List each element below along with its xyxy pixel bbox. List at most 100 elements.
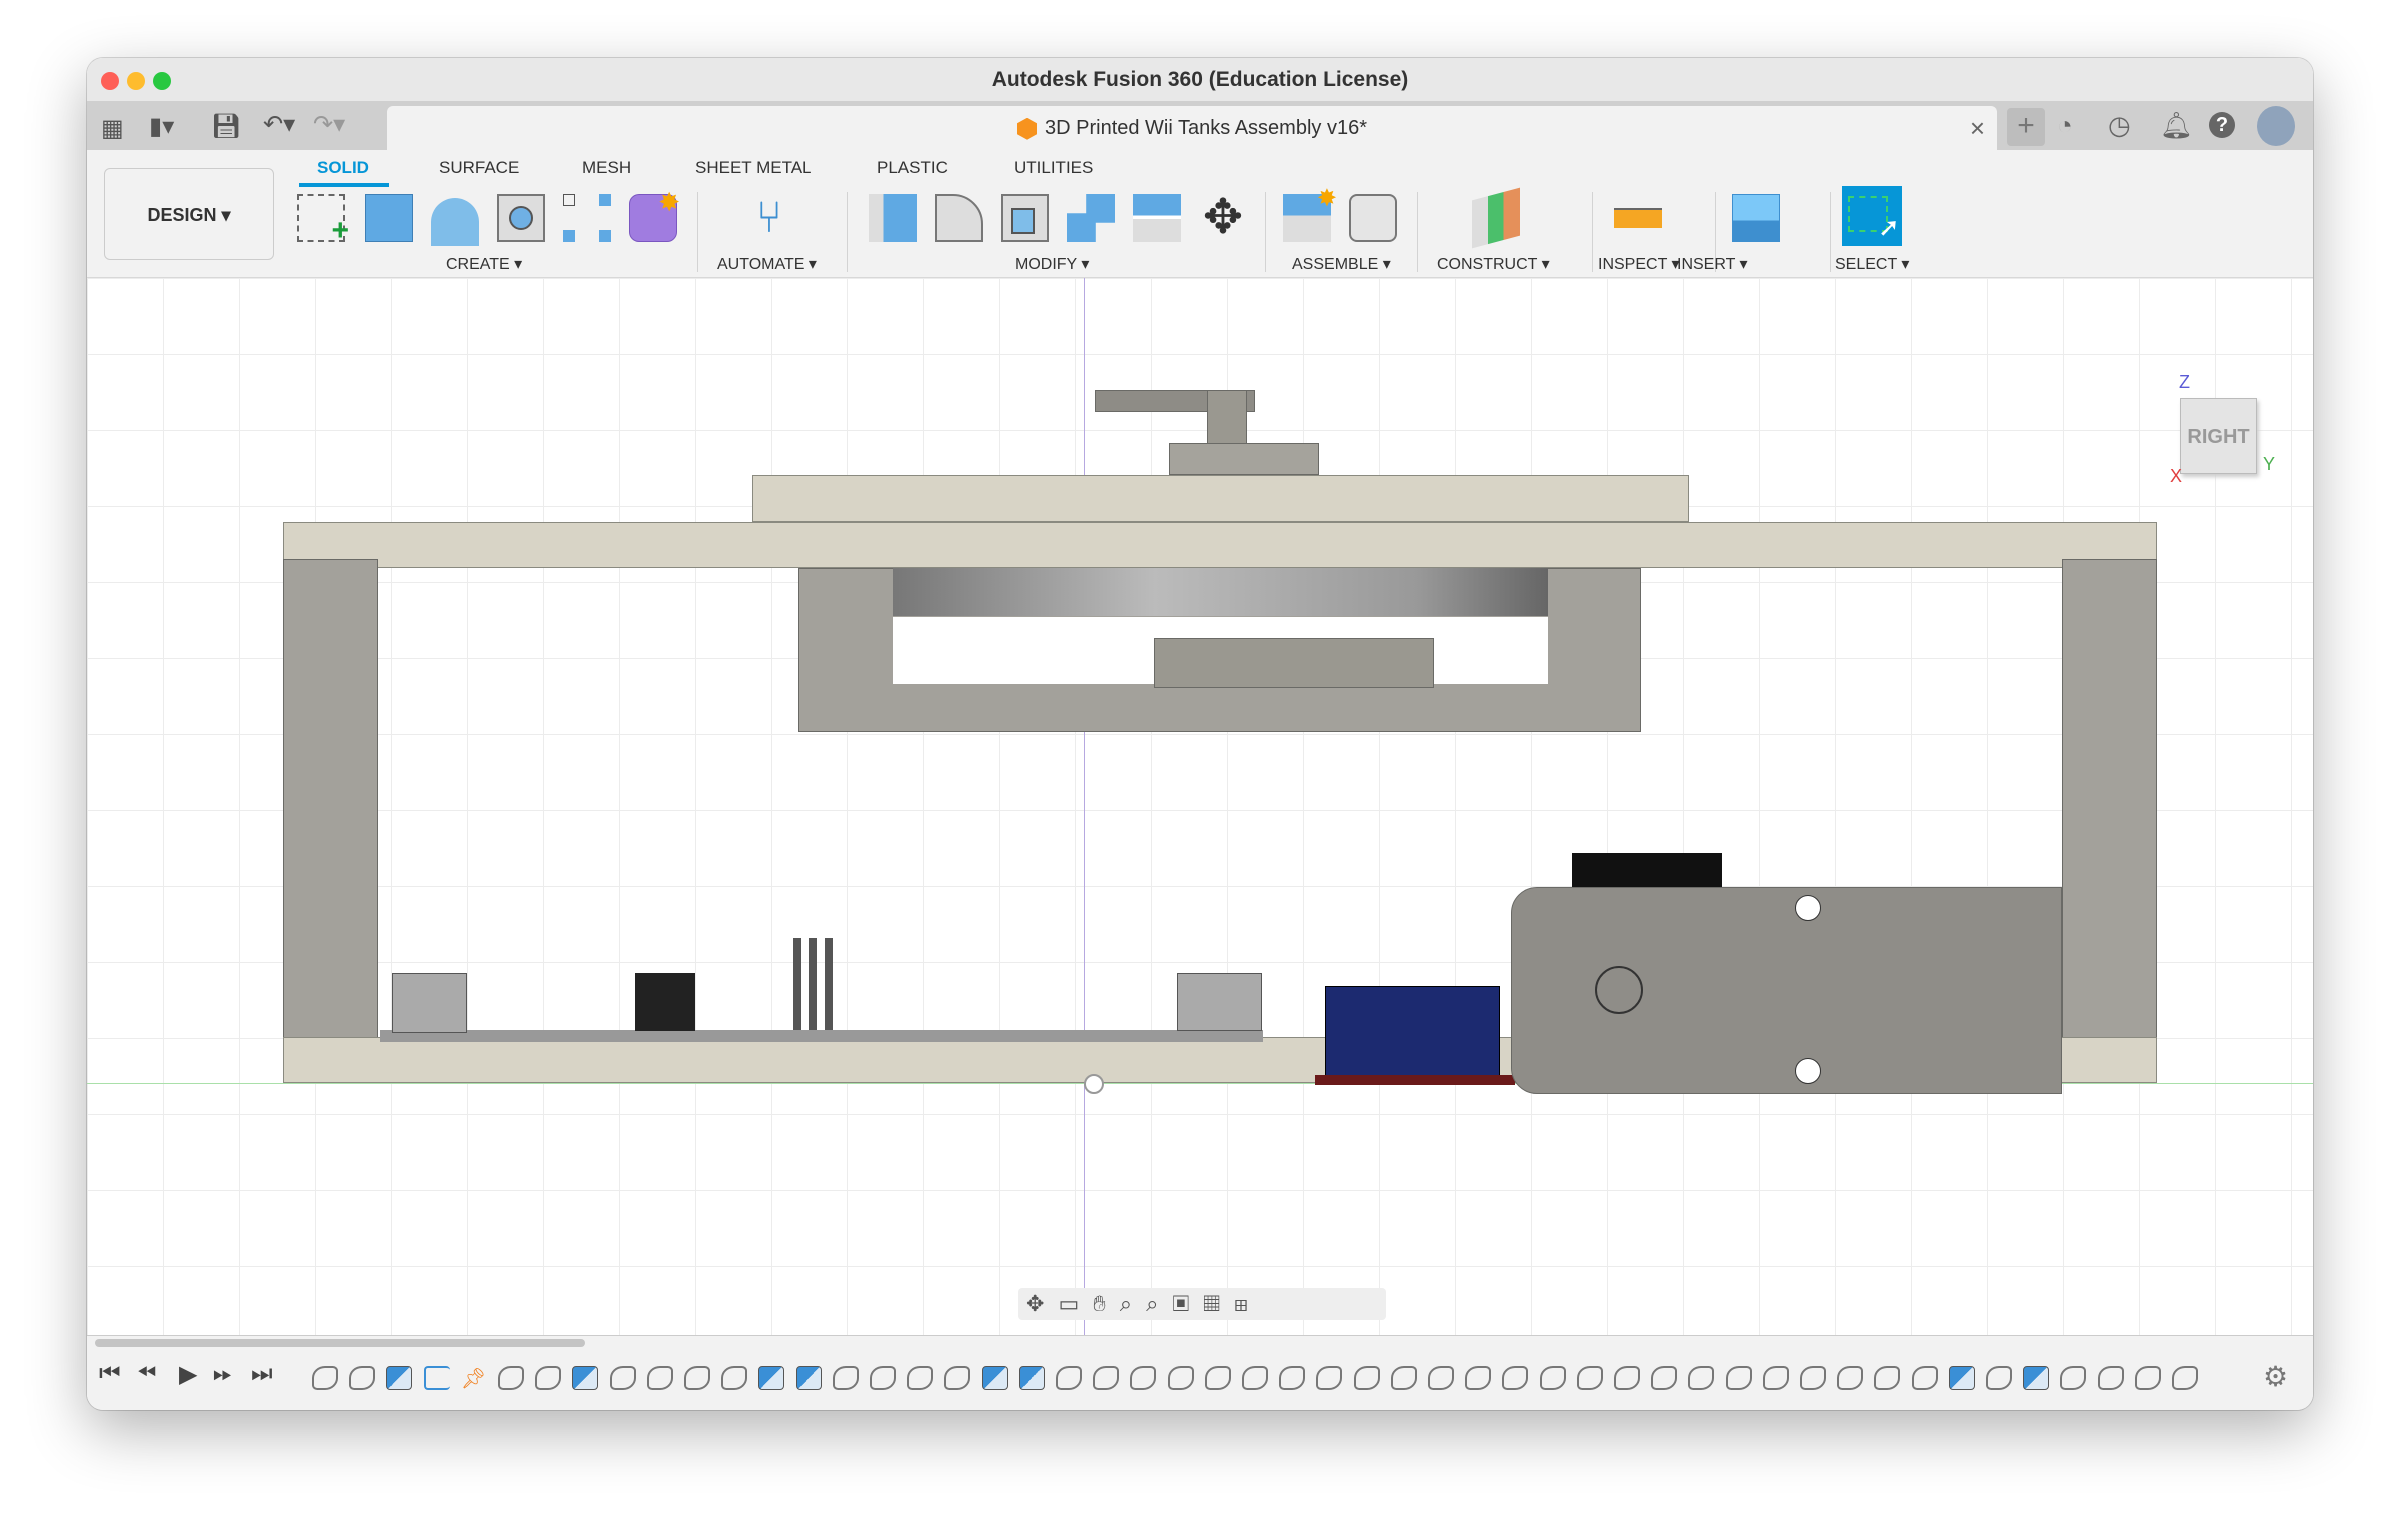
battery-pack[interactable] <box>1325 986 1500 1083</box>
joint-feature-icon[interactable] <box>1353 1366 1380 1390</box>
joint-feature-icon[interactable] <box>349 1366 376 1390</box>
right-post[interactable] <box>2062 559 2157 1046</box>
pin-feature-icon[interactable]: 📌︎ <box>461 1366 487 1390</box>
drive-motor[interactable] <box>1511 887 2062 1094</box>
joint-feature-icon[interactable] <box>535 1366 562 1390</box>
timeline-settings-gear-icon[interactable]: ⚙ <box>2263 1360 2288 1393</box>
electronics-board[interactable] <box>380 1030 1263 1042</box>
joint-feature-icon[interactable] <box>2060 1366 2087 1390</box>
joint-feature-icon[interactable] <box>1688 1366 1715 1390</box>
split-body-icon[interactable] <box>1133 194 1181 242</box>
tab-surface[interactable]: SURFACE <box>439 158 519 178</box>
fillet-icon[interactable] <box>935 194 983 242</box>
sketch-feature-icon[interactable] <box>1018 1366 1045 1390</box>
joint-feature-icon[interactable] <box>1428 1366 1454 1390</box>
joint-feature-icon[interactable] <box>1800 1366 1826 1390</box>
sketch-feature-icon[interactable] <box>758 1366 785 1390</box>
joint-feature-icon[interactable] <box>907 1366 934 1390</box>
close-tab-button[interactable]: × <box>1970 106 1985 150</box>
tab-plastic[interactable]: PLASTIC <box>877 158 948 178</box>
new-tab-button[interactable]: + <box>2007 108 2045 146</box>
close-window-button[interactable] <box>101 72 119 90</box>
joint-feature-icon[interactable] <box>1651 1366 1678 1390</box>
joint-feature-icon[interactable] <box>870 1366 896 1390</box>
joint-feature-icon[interactable] <box>944 1366 971 1390</box>
joint-feature-icon[interactable] <box>2097 1366 2124 1390</box>
tab-utilities[interactable]: UTILITIES <box>1014 158 1093 178</box>
sketch-feature-icon[interactable] <box>572 1366 599 1390</box>
measure-icon[interactable] <box>1614 208 1662 228</box>
user-avatar[interactable] <box>2257 106 2295 146</box>
joint-feature-icon[interactable] <box>1316 1366 1343 1390</box>
joint-feature-icon[interactable] <box>1725 1366 1752 1390</box>
joint-feature-icon[interactable] <box>498 1366 524 1390</box>
create-sketch-icon[interactable]: + <box>297 194 349 247</box>
joint-feature-icon[interactable] <box>684 1366 710 1390</box>
main-beam[interactable] <box>283 522 2157 568</box>
construct-plane-icon[interactable] <box>1472 187 1520 249</box>
revolve-icon[interactable] <box>431 198 479 246</box>
press-pull-icon[interactable] <box>869 194 917 242</box>
joint-feature-icon[interactable] <box>1056 1366 1082 1390</box>
joint-feature-icon[interactable] <box>312 1366 338 1390</box>
joint-feature-icon[interactable] <box>1130 1366 1157 1390</box>
turret-servo[interactable] <box>1154 638 1434 688</box>
joint-feature-icon[interactable] <box>1093 1366 1120 1390</box>
tab-sheet-metal[interactable]: SHEET METAL <box>695 158 812 178</box>
undo-icon[interactable]: ↶▾ <box>263 110 295 139</box>
create-menu[interactable]: CREATE ▾ <box>446 254 522 274</box>
insert-image-icon[interactable] <box>1732 194 1780 242</box>
viewcube[interactable]: RIGHT <box>2180 398 2257 474</box>
save-icon[interactable]: 💾︎ <box>211 112 241 141</box>
joint-feature-icon[interactable] <box>1911 1366 1938 1390</box>
joint-feature-icon[interactable] <box>1465 1366 1492 1390</box>
viewports-icon[interactable]: ⊞ <box>1234 1291 1262 1316</box>
automate-icon[interactable]: ⑂ <box>745 194 793 242</box>
sketch-feature-icon[interactable] <box>1948 1366 1975 1390</box>
joint-feature-icon[interactable] <box>1167 1366 1194 1390</box>
look-at-icon[interactable]: ▭ <box>1058 1291 1093 1316</box>
top-plate[interactable] <box>752 475 1689 522</box>
joint-feature-icon[interactable] <box>721 1366 748 1390</box>
redo-icon[interactable]: ↷▾ <box>313 110 345 139</box>
joint-feature-icon[interactable] <box>2172 1366 2198 1390</box>
go-to-start-icon[interactable]: ⏮ <box>99 1360 121 1388</box>
joint-feature-icon[interactable] <box>1837 1366 1864 1390</box>
minimize-window-button[interactable] <box>127 72 145 90</box>
construct-menu[interactable]: CONSTRUCT ▾ <box>1437 254 1550 274</box>
extensions-icon[interactable]: ◔ <box>2057 110 2073 141</box>
go-to-end-icon[interactable]: ⏭ <box>251 1360 273 1388</box>
orbit-icon[interactable]: ✥ <box>1026 1291 1058 1316</box>
extrude-icon[interactable] <box>365 194 413 242</box>
fit-icon[interactable]: ⌕ <box>1146 1291 1172 1316</box>
joint-feature-icon[interactable] <box>1614 1366 1640 1390</box>
step-forward-icon[interactable]: ⏩︎ <box>213 1360 232 1388</box>
combine-icon[interactable] <box>1067 194 1115 242</box>
joint-feature-icon[interactable] <box>1242 1366 1268 1390</box>
job-status-icon[interactable]: ◷ <box>2108 110 2131 141</box>
assemble-menu[interactable]: ASSEMBLE ▾ <box>1292 254 1391 274</box>
joint-feature-icon[interactable] <box>1986 1366 2012 1390</box>
joint-icon[interactable] <box>1349 194 1397 242</box>
joint-feature-icon[interactable] <box>1279 1366 1306 1390</box>
zoom-icon[interactable]: ⌕ <box>1120 1291 1146 1316</box>
joint-feature-icon[interactable] <box>1762 1366 1789 1390</box>
insert-menu[interactable]: INSERT ▾ <box>1677 254 1748 274</box>
3d-viewport[interactable]: RIGHT Z X Y ✥▭✋︎⌕⌕▣▦⊞ <box>87 278 2313 1335</box>
joint-feature-icon[interactable] <box>646 1366 673 1390</box>
tab-solid[interactable]: SOLID <box>317 158 369 178</box>
servo-base[interactable] <box>1169 443 1319 475</box>
step-back-icon[interactable]: ⏪︎ <box>137 1360 156 1388</box>
create-form-icon[interactable]: ✸ <box>629 187 680 242</box>
sketch-feature-icon[interactable] <box>2023 1366 2050 1390</box>
timeline-scrollbar[interactable] <box>95 1339 585 1347</box>
notifications-bell-icon[interactable]: 🔔︎ <box>2160 110 2193 141</box>
pan-icon[interactable]: ✋︎ <box>1093 1291 1120 1316</box>
left-post[interactable] <box>283 559 378 1046</box>
sketch-feature-icon[interactable] <box>386 1366 413 1390</box>
hole-icon[interactable] <box>497 194 545 242</box>
joint-feature-icon[interactable] <box>832 1366 859 1390</box>
file-menu-icon[interactable]: ▮▾ <box>149 112 174 141</box>
app-grid-icon[interactable]: ▦ <box>101 114 124 143</box>
joint-feature-icon[interactable] <box>1390 1366 1417 1390</box>
